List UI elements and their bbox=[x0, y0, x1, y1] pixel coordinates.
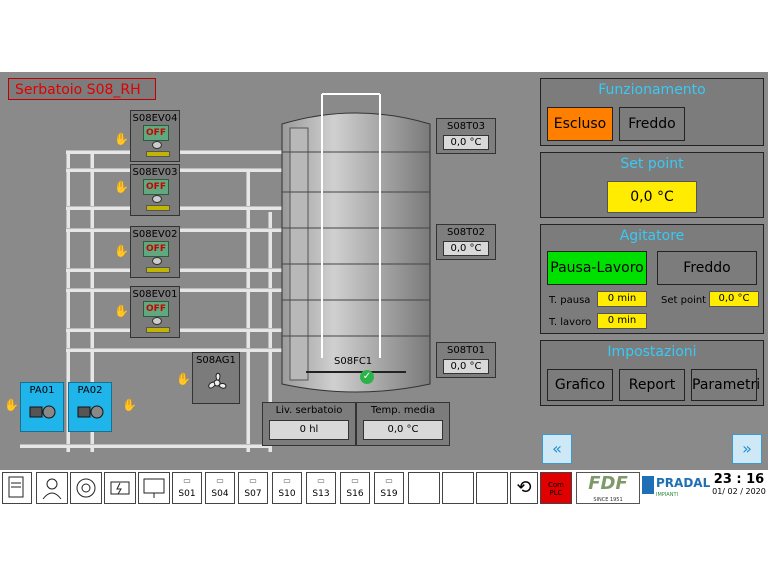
panel-funzionamento: Funzionamento Escluso Freddo bbox=[540, 78, 764, 146]
double-right-arrow-icon: » bbox=[742, 439, 752, 458]
hand-icon[interactable]: ✋ bbox=[114, 244, 129, 258]
pradal-mark bbox=[642, 476, 654, 494]
valve-base bbox=[146, 151, 170, 157]
pump-pa01[interactable]: PA01 bbox=[20, 382, 64, 432]
tab-s19[interactable]: ▭ S19 bbox=[374, 472, 404, 504]
empty-slot bbox=[442, 472, 474, 504]
valve-actuator-icon bbox=[152, 141, 162, 149]
double-left-arrow-icon: « bbox=[552, 439, 562, 458]
tab-s13[interactable]: ▭ S13 bbox=[306, 472, 336, 504]
panel-agitatore: Agitatore Pausa-Lavoro Freddo T. pausa 0… bbox=[540, 224, 764, 334]
clock: 23 : 16 01/ 02 / 2020 bbox=[712, 472, 766, 496]
valve-s08ev02[interactable]: S08EV02 OFF bbox=[130, 226, 180, 278]
monitor-icon[interactable] bbox=[138, 472, 170, 504]
tab-s04[interactable]: ▭ S04 bbox=[205, 472, 235, 504]
check-icon: ✓ bbox=[360, 370, 374, 384]
calendar-icon: ▭ bbox=[183, 476, 191, 485]
hand-icon[interactable]: ✋ bbox=[114, 180, 129, 194]
agitatore-freddo-button[interactable]: Freddo bbox=[657, 251, 757, 285]
hand-icon[interactable]: ✋ bbox=[114, 304, 129, 318]
sensor-s08t03: S08T03 0,0 °C bbox=[436, 118, 496, 154]
grafico-button[interactable]: Grafico bbox=[547, 369, 613, 401]
valve-base bbox=[146, 205, 170, 211]
empty-slot bbox=[476, 472, 508, 504]
sensor-s08t02: S08T02 0,0 °C bbox=[436, 224, 496, 260]
report-button[interactable]: Report bbox=[619, 369, 685, 401]
tab-s10[interactable]: ▭ S10 bbox=[272, 472, 302, 504]
valve-s08ev03[interactable]: S08EV03 OFF bbox=[130, 164, 180, 216]
pradal-logo: PRADAL IMPIANTI bbox=[642, 472, 710, 504]
parametri-button[interactable]: Parametri bbox=[691, 369, 760, 401]
fan-icon bbox=[208, 372, 227, 389]
valve-s08ev01[interactable]: S08EV01 OFF bbox=[130, 286, 180, 338]
calendar-icon: ▭ bbox=[317, 476, 325, 485]
pump-icon bbox=[29, 405, 56, 419]
escluso-button[interactable]: Escluso bbox=[547, 107, 613, 141]
previous-page-button[interactable]: « bbox=[542, 434, 572, 464]
setpoint-value[interactable]: 0,0 °C bbox=[607, 181, 697, 213]
plc-status: Com PLC bbox=[540, 472, 572, 504]
hand-icon[interactable]: ✋ bbox=[176, 372, 191, 386]
valve-actuator-icon bbox=[152, 195, 162, 203]
pipe bbox=[20, 444, 270, 448]
t-lavoro-label: T. lavoro bbox=[549, 317, 592, 328]
valve-state: OFF bbox=[143, 179, 169, 195]
t-lavoro-value[interactable]: 0 min bbox=[597, 313, 647, 329]
valve-actuator-icon bbox=[152, 257, 162, 265]
pump-pa02[interactable]: PA02 bbox=[68, 382, 112, 432]
next-page-button[interactable]: » bbox=[732, 434, 762, 464]
valve-base bbox=[146, 327, 170, 333]
pump-nav-icon[interactable] bbox=[70, 472, 102, 504]
fdf-logo: FDF SINCE 1951 bbox=[576, 472, 640, 504]
freddo-button[interactable]: Freddo bbox=[619, 107, 685, 141]
pausa-lavoro-button[interactable]: Pausa-Lavoro bbox=[547, 251, 647, 285]
valve-state: OFF bbox=[143, 241, 169, 257]
agitatore-setpoint-label: Set point bbox=[661, 295, 707, 306]
hand-icon[interactable]: ✋ bbox=[4, 398, 19, 412]
motor-icon[interactable] bbox=[104, 472, 136, 504]
calendar-icon: ▭ bbox=[249, 476, 257, 485]
document-icon[interactable] bbox=[2, 472, 32, 504]
empty-slot bbox=[408, 472, 440, 504]
scada-screen: Serbatoio S08_RH S08EV04 OFF ✋ S08EV03 O… bbox=[0, 72, 768, 506]
pump-icon bbox=[77, 405, 104, 419]
valve-base bbox=[146, 267, 170, 273]
calendar-icon: ▭ bbox=[385, 476, 393, 485]
pipe bbox=[246, 172, 250, 452]
sensor-s08t01: S08T01 0,0 °C bbox=[436, 342, 496, 378]
tank-level: Liv. serbatoio 0 hl bbox=[262, 402, 356, 446]
panel-setpoint: Set point 0,0 °C bbox=[540, 152, 764, 218]
flow-meter-label: S08FC1 bbox=[334, 356, 373, 367]
hand-icon[interactable]: ✋ bbox=[122, 398, 137, 412]
temp-media: Temp. media 0,0 °C bbox=[356, 402, 450, 446]
calendar-icon: ▭ bbox=[216, 476, 224, 485]
t-pausa-label: T. pausa bbox=[549, 295, 591, 306]
calendar-icon: ▭ bbox=[283, 476, 291, 485]
refresh-icon[interactable]: ⟲ bbox=[510, 472, 538, 504]
page-title: Serbatoio S08_RH bbox=[8, 78, 156, 100]
tank bbox=[281, 93, 431, 393]
user-icon[interactable] bbox=[36, 472, 68, 504]
agitator-s08ag1[interactable]: S08AG1 bbox=[192, 352, 240, 404]
tab-s01[interactable]: ▭ S01 bbox=[172, 472, 202, 504]
hand-icon[interactable]: ✋ bbox=[114, 132, 129, 146]
tab-s16[interactable]: ▭ S16 bbox=[340, 472, 370, 504]
valve-state: OFF bbox=[143, 125, 169, 141]
bottom-toolbar: ▭ S01 ▭ S04 ▭ S07 ▭ S10 ▭ S13 ▭ S16 ▭ S19 ⟲ Com… bbox=[0, 470, 768, 506]
t-pausa-value[interactable]: 0 min bbox=[597, 291, 647, 307]
pipe bbox=[66, 348, 282, 352]
calendar-icon: ▭ bbox=[351, 476, 359, 485]
valve-s08ev04[interactable]: S08EV04 OFF bbox=[130, 110, 180, 162]
agitatore-setpoint-value[interactable]: 0,0 °C bbox=[709, 291, 759, 307]
tab-s07[interactable]: ▭ S07 bbox=[238, 472, 268, 504]
valve-state: OFF bbox=[143, 301, 169, 317]
panel-impostazioni: Impostazioni Grafico Report Parametri bbox=[540, 340, 764, 406]
valve-actuator-icon bbox=[152, 317, 162, 325]
